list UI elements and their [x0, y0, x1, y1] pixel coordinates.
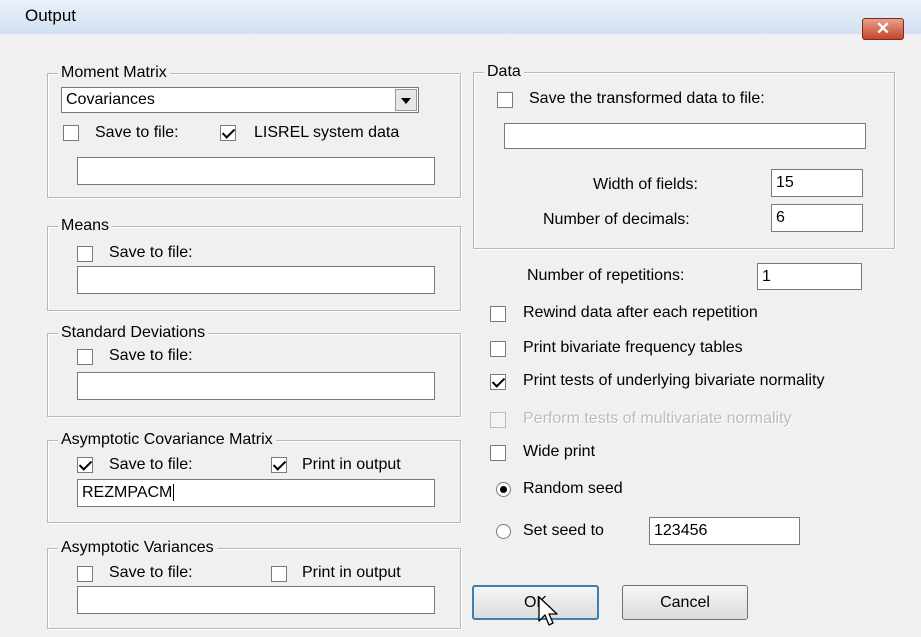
acm-print-label: Print in output [302, 456, 401, 473]
wide-print-label: Wide print [523, 443, 596, 460]
ok-button[interactable]: OK [472, 585, 599, 620]
acm-print-checkbox[interactable] [271, 457, 287, 473]
rewind-data-checkbox[interactable] [490, 306, 506, 322]
moment-matrix-legend: Moment Matrix [58, 64, 170, 82]
output-dialog: Output ✕ Moment Matrix Covariances Save … [0, 0, 921, 637]
number-of-decimals-label: Number of decimals: [543, 211, 690, 228]
data-legend: Data [484, 63, 524, 81]
cancel-button[interactable]: Cancel [622, 585, 748, 620]
bivariate-frequency-tables-label: Print bivariate frequency tables [523, 339, 743, 356]
number-of-repetitions-label: Number of repetitions: [527, 267, 685, 284]
acm-file-field[interactable]: REZMPACM [77, 479, 435, 507]
data-file-field[interactable] [504, 123, 866, 149]
random-seed-label: Random seed [523, 480, 623, 497]
number-of-decimals-field[interactable] [771, 204, 863, 232]
data-save-checkbox[interactable] [497, 92, 513, 108]
moment-matrix-type-select[interactable]: Covariances [61, 87, 419, 113]
multivariate-normality-checkbox [490, 412, 506, 428]
chevron-down-icon[interactable] [395, 89, 417, 111]
std-dev-file-field[interactable] [77, 372, 435, 400]
wide-print-checkbox[interactable] [490, 445, 506, 461]
width-of-fields-label: Width of fields: [593, 176, 698, 193]
seed-value-field[interactable] [649, 517, 800, 545]
lisrel-system-data-checkbox[interactable] [220, 125, 236, 141]
random-seed-radio[interactable] [496, 482, 511, 497]
rewind-data-label: Rewind data after each repetition [523, 304, 758, 321]
std-dev-save-label: Save to file: [109, 347, 193, 364]
avar-print-label: Print in output [302, 564, 401, 581]
avar-save-checkbox[interactable] [77, 566, 93, 582]
acm-file-value: REZMPACM [82, 484, 173, 501]
avar-legend: Asymptotic Variances [58, 539, 217, 557]
number-of-repetitions-field[interactable] [757, 263, 862, 290]
moment-matrix-type-value: Covariances [66, 91, 155, 108]
means-save-label: Save to file: [109, 244, 193, 261]
avar-print-checkbox[interactable] [271, 566, 287, 582]
means-save-checkbox[interactable] [77, 246, 93, 262]
title-bar: Output ✕ [0, 0, 921, 40]
text-cursor [173, 484, 175, 502]
cancel-button-label: Cancel [660, 594, 710, 611]
std-dev-save-checkbox[interactable] [77, 349, 93, 365]
acm-save-checkbox[interactable] [77, 457, 93, 473]
data-save-label: Save the transformed data to file: [529, 90, 765, 107]
avar-file-field[interactable] [77, 586, 435, 614]
avar-save-label: Save to file: [109, 564, 193, 581]
moment-matrix-save-checkbox[interactable] [63, 125, 79, 141]
moment-matrix-file-field[interactable] [77, 157, 435, 185]
mouse-pointer-icon [538, 596, 558, 626]
lisrel-system-data-label: LISREL system data [254, 124, 400, 141]
means-file-field[interactable] [77, 266, 435, 294]
bivariate-normality-label: Print tests of underlying bivariate norm… [523, 372, 825, 389]
close-icon: ✕ [875, 19, 891, 38]
width-of-fields-field[interactable] [771, 169, 863, 197]
acm-save-label: Save to file: [109, 456, 193, 473]
window-title: Output [25, 6, 77, 25]
bivariate-frequency-tables-checkbox[interactable] [490, 341, 506, 357]
set-seed-label: Set seed to [523, 522, 604, 539]
set-seed-radio[interactable] [496, 524, 511, 539]
bivariate-normality-checkbox[interactable] [490, 374, 506, 390]
acm-legend: Asymptotic Covariance Matrix [58, 431, 276, 449]
moment-matrix-save-label: Save to file: [95, 124, 179, 141]
multivariate-normality-label: Perform tests of multivariate normality [523, 410, 792, 427]
means-legend: Means [58, 217, 113, 235]
close-button[interactable]: ✕ [862, 18, 904, 40]
std-dev-legend: Standard Deviations [58, 324, 209, 342]
